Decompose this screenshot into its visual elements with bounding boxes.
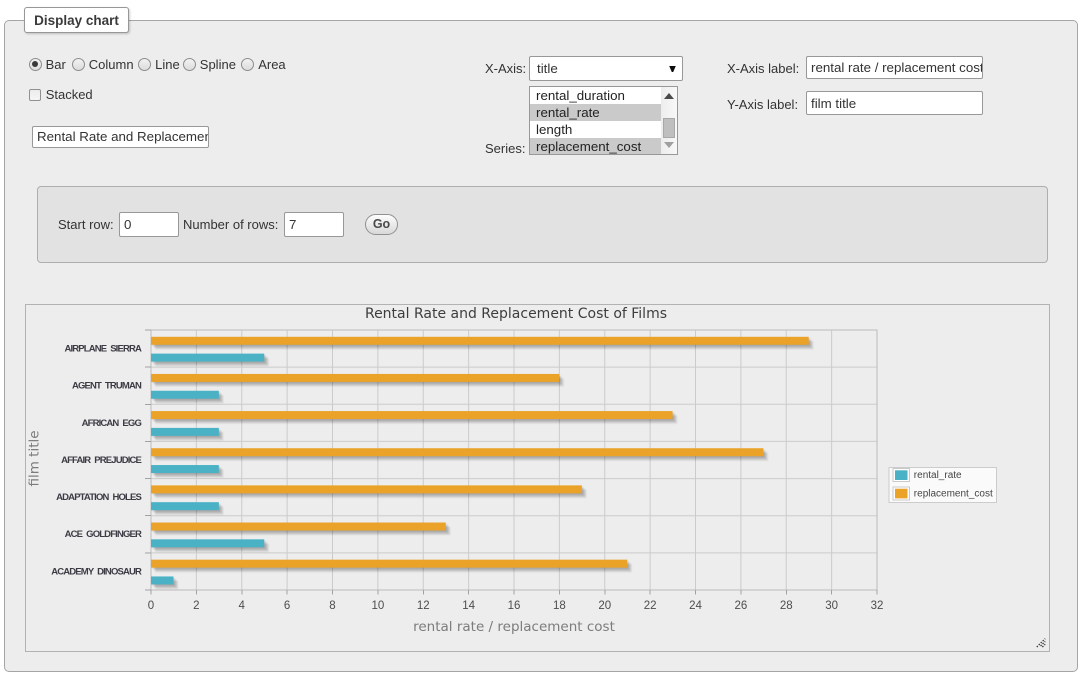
chart-legend: rental_rate replacement_cost xyxy=(889,468,997,503)
num-rows-label: Number of rows: xyxy=(183,217,278,232)
bar-replacement_cost xyxy=(151,374,559,382)
page: Display chart Bar Column Line Spline Area St… xyxy=(0,0,1081,681)
category-label: ADAPTATION HOLES xyxy=(56,492,141,503)
chart-type-radio-area[interactable]: Area xyxy=(241,57,285,72)
resize-grip-icon[interactable] xyxy=(1037,639,1045,647)
fieldset-legend: Display chart xyxy=(24,7,129,33)
xaxis-select[interactable]: title xyxy=(529,56,683,81)
num-rows-input[interactable] xyxy=(284,212,344,237)
bar-rental_rate xyxy=(151,539,264,547)
x-tick-label: 14 xyxy=(462,600,475,612)
series-option[interactable]: rental_duration xyxy=(530,87,677,104)
stacked-checkbox[interactable] xyxy=(29,89,41,101)
bar-rental_rate xyxy=(151,428,219,436)
xaxis-label-input[interactable] xyxy=(806,56,983,79)
category-label: AIRPLANE SIERRA xyxy=(64,343,142,354)
x-tick-label: 18 xyxy=(553,600,566,612)
chart-type-radio-bar[interactable]: Bar xyxy=(29,57,66,72)
radio-label: Spline xyxy=(200,57,236,72)
category-label: AGENT TRUMAN xyxy=(72,381,142,392)
bar-rental_rate xyxy=(151,391,219,399)
radio-label: Column xyxy=(89,57,134,72)
scroll-thumb[interactable] xyxy=(663,118,675,138)
x-tick-label: 8 xyxy=(329,600,335,612)
bar-replacement_cost xyxy=(151,485,582,493)
bar-chart: AIRPLANE SIERRA AGENT TRUMAN AFRICAN EGG AF… xyxy=(26,305,1049,651)
legend-swatch-rental_rate xyxy=(895,470,908,480)
scroll-up-icon[interactable] xyxy=(664,93,674,99)
chart-title: Rental Rate and Replacement Cost of Film… xyxy=(365,306,667,322)
x-axis-title: rental rate / replacement cost xyxy=(413,619,615,635)
xaxis-select-label: X-Axis: xyxy=(485,61,526,76)
bar-rental_rate xyxy=(151,576,173,584)
x-tick-label: 0 xyxy=(148,600,154,612)
x-tick-label: 22 xyxy=(644,600,657,612)
radio-circle[interactable] xyxy=(138,58,151,71)
radio-circle[interactable] xyxy=(183,58,196,71)
x-tick-label: 12 xyxy=(417,600,430,612)
bar-replacement_cost xyxy=(151,560,627,568)
y-axis-title: film title xyxy=(27,430,43,486)
start-row-label: Start row: xyxy=(58,217,114,232)
bar-rental_rate xyxy=(151,354,264,362)
x-tick-label: 28 xyxy=(780,600,793,612)
fieldset-legend-text: Display chart xyxy=(34,13,119,28)
display-chart-fieldset: BarColumnLineSplineArea Stacked X-Axis: … xyxy=(4,20,1078,672)
category-label: ACADEMY DINOSAUR xyxy=(51,566,142,577)
x-tick-label: 32 xyxy=(871,600,884,612)
scroll-down-icon[interactable] xyxy=(664,142,674,148)
bar-replacement_cost xyxy=(151,411,673,419)
legend-label: rental_rate xyxy=(914,470,962,481)
start-row-input[interactable] xyxy=(119,212,179,237)
chart-container: AIRPLANE SIERRA AGENT TRUMAN AFRICAN EGG AF… xyxy=(25,304,1050,652)
xaxis-text-label: X-Axis label: xyxy=(727,61,799,76)
x-tick-label: 16 xyxy=(508,600,521,612)
bar-rental_rate xyxy=(151,465,219,473)
radio-label: Area xyxy=(258,57,285,72)
radio-label: Bar xyxy=(46,57,66,72)
yaxis-label-input[interactable] xyxy=(806,91,983,115)
rows-panel: Start row: Number of rows: Go xyxy=(37,186,1048,263)
legend-label: replacement_cost xyxy=(914,489,993,500)
x-tick-label: 2 xyxy=(193,600,199,612)
category-label: ACE GOLDFINGER xyxy=(65,529,142,540)
chart-type-radio-column[interactable]: Column xyxy=(72,57,134,72)
chart-type-radio-spline[interactable]: Spline xyxy=(183,57,236,72)
yaxis-text-label: Y-Axis label: xyxy=(727,97,798,112)
xaxis-select-value: title xyxy=(537,61,558,76)
radio-circle[interactable] xyxy=(241,58,254,71)
category-label: AFRICAN EGG xyxy=(82,418,142,429)
series-option[interactable]: replacement_cost xyxy=(530,138,677,155)
chart-type-radio-line[interactable]: Line xyxy=(138,57,180,72)
series-multiselect[interactable]: rental_durationrental_ratelengthreplacem… xyxy=(529,86,678,155)
bar-replacement_cost xyxy=(151,337,809,345)
radio-circle[interactable] xyxy=(29,58,42,71)
bar-replacement_cost xyxy=(151,448,763,456)
x-tick-label: 6 xyxy=(284,600,290,612)
x-tick-label: 10 xyxy=(371,600,384,612)
x-tick-label: 24 xyxy=(689,600,702,612)
scrollbar[interactable] xyxy=(661,87,677,154)
stacked-label: Stacked xyxy=(46,87,93,102)
series-option[interactable]: rental_rate xyxy=(530,104,677,121)
bar-rental_rate xyxy=(151,502,219,510)
series-option[interactable]: length xyxy=(530,121,677,138)
dropdown-arrow-icon xyxy=(669,66,676,73)
series-options: rental_durationrental_ratelengthreplacem… xyxy=(530,87,677,155)
x-tick-label: 4 xyxy=(239,600,246,612)
chart-title-input[interactable] xyxy=(32,126,209,149)
x-tick-label: 20 xyxy=(598,600,611,612)
x-tick-label: 26 xyxy=(734,600,747,612)
legend-swatch-replacement_cost xyxy=(895,489,908,499)
series-select-label: Series: xyxy=(485,141,525,156)
category-label: AFFAIR PREJUDICE xyxy=(61,455,141,466)
bar-replacement_cost xyxy=(151,523,446,531)
radio-label: Line xyxy=(155,57,180,72)
go-button[interactable]: Go xyxy=(365,214,398,236)
x-tick-label: 30 xyxy=(825,600,838,612)
radio-circle[interactable] xyxy=(72,58,85,71)
